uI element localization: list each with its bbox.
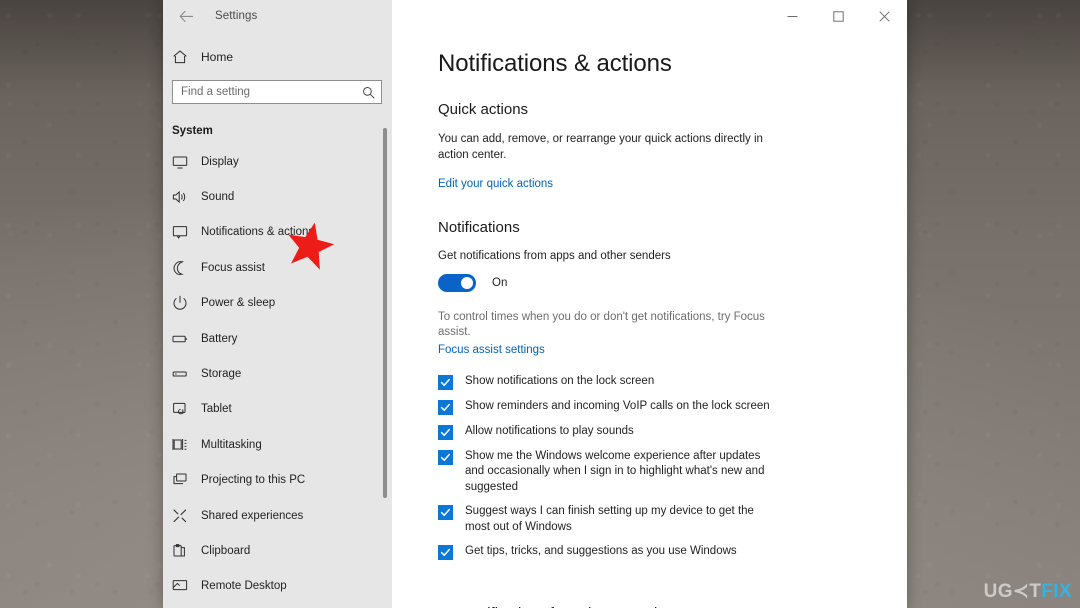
checkbox-row[interactable]: Show notifications on the lock screen: [438, 374, 907, 390]
checkbox-label: Show reminders and incoming VoIP calls o…: [465, 399, 770, 412]
notification-icon: [172, 224, 198, 240]
sidebar-item-shared-experiences[interactable]: Shared experiences: [163, 498, 392, 533]
desktop-screen: Settings Home Find a setting System Disp…: [0, 0, 1080, 608]
sidebar-item-tablet[interactable]: Tablet: [163, 392, 392, 427]
multitasking-icon: [172, 437, 198, 453]
sidebar-item-clipboard[interactable]: Clipboard: [163, 533, 392, 568]
project-icon: [172, 472, 198, 488]
notifications-toggle-state: On: [492, 276, 508, 289]
sidebar-scrollbar-thumb[interactable]: [383, 128, 387, 498]
sidebar-scrollbar[interactable]: [380, 32, 390, 608]
notifications-heading: Notifications: [438, 219, 520, 236]
checkbox-checked-icon[interactable]: [438, 424, 453, 440]
back-arrow-icon[interactable]: [171, 2, 201, 30]
sidebar-item-label: Power & sleep: [201, 297, 276, 310]
app-title: Settings: [215, 10, 258, 22]
notifications-toggle-row: On: [438, 273, 907, 292]
checkbox-row[interactable]: Allow notifications to play sounds: [438, 424, 907, 440]
checkbox-row[interactable]: Show me the Windows welcome experience a…: [438, 449, 907, 496]
page-title: Notifications & actions: [438, 50, 672, 77]
checkbox-checked-icon[interactable]: [438, 449, 453, 465]
sidebar-item-home[interactable]: Home: [163, 40, 392, 74]
sidebar-item-battery[interactable]: Battery: [163, 321, 392, 356]
watermark-logo: UG ≺ T FIX: [984, 580, 1072, 603]
sidebar-item-label: Clipboard: [201, 544, 251, 557]
edit-quick-actions-link[interactable]: Edit your quick actions: [438, 178, 553, 190]
sidebar-item-multitasking[interactable]: Multitasking: [163, 427, 392, 462]
home-icon: [172, 49, 198, 65]
tablet-icon: [172, 401, 198, 417]
close-button[interactable]: [861, 0, 907, 32]
moon-icon: [172, 260, 198, 276]
quick-actions-description: You can add, remove, or rearrange your q…: [438, 133, 763, 161]
power-icon: [172, 295, 198, 311]
sidebar-item-label: Focus assist: [201, 261, 265, 274]
checkbox-checked-icon[interactable]: [438, 374, 453, 390]
focus-assist-note: To control times when you do or don't ge…: [438, 310, 765, 338]
focus-assist-settings-link[interactable]: Focus assist settings: [438, 344, 545, 356]
monitor-icon: [172, 154, 198, 170]
sidebar-item-label: Projecting to this PC: [201, 474, 306, 487]
notification-checkbox-list: Show notifications on the lock screen Sh…: [438, 374, 907, 560]
clipboard-icon: [172, 543, 198, 559]
sidebar-item-label: Notifications & actions: [201, 226, 315, 239]
window-titlebar: Settings: [163, 0, 907, 32]
checkbox-label: Show notifications on the lock screen: [465, 374, 655, 387]
checkbox-label: Show me the Windows welcome experience a…: [465, 449, 765, 493]
search-input[interactable]: [181, 86, 362, 98]
sidebar-section-label: System: [172, 125, 213, 137]
notifications-toggle[interactable]: [438, 273, 476, 292]
checkbox-checked-icon[interactable]: [438, 399, 453, 415]
checkbox-checked-icon[interactable]: [438, 505, 453, 520]
window-controls: [392, 0, 907, 32]
sidebar-item-label: Battery: [201, 332, 238, 345]
sidebar-item-label: Shared experiences: [201, 509, 304, 522]
titlebar-left-region: Settings: [163, 0, 392, 32]
checkbox-row[interactable]: Suggest ways I can finish setting up my …: [438, 504, 907, 535]
sidebar-item-sound[interactable]: Sound: [163, 179, 392, 214]
checkbox-checked-icon[interactable]: [438, 545, 453, 560]
sidebar-item-label: Sound: [201, 191, 235, 204]
watermark-part-a: UG: [983, 580, 1013, 602]
watermark-arrow-glyph: ≺: [1012, 581, 1030, 602]
storage-icon: [172, 366, 198, 382]
settings-window: Settings Home Find a setting System Disp…: [163, 0, 907, 608]
minimize-button[interactable]: [769, 0, 815, 32]
settings-main-content: Notifications & actions Quick actions Yo…: [392, 32, 907, 608]
sidebar-item-label: Display: [201, 155, 239, 168]
notifications-toggle-label: Get notifications from apps and other se…: [438, 250, 671, 262]
watermark-part-b: FIX: [1041, 580, 1072, 602]
sidebar-item-display[interactable]: Display: [163, 144, 392, 179]
sidebar-item-label: Storage: [201, 368, 242, 381]
checkbox-row[interactable]: Get tips, tricks, and suggestions as you…: [438, 544, 907, 560]
maximize-button[interactable]: [815, 0, 861, 32]
sidebar-item-label: Multitasking: [201, 438, 262, 451]
search-box[interactable]: [172, 80, 382, 104]
speaker-icon: [172, 189, 198, 205]
battery-icon: [172, 331, 198, 347]
sidebar-nav-list: Display Sound Notifications & actions Fo…: [163, 144, 392, 604]
toggle-knob: [460, 276, 473, 289]
sidebar-item-power-sleep[interactable]: Power & sleep: [163, 286, 392, 321]
sidebar-item-projecting-to-this-pc[interactable]: Projecting to this PC: [163, 463, 392, 498]
checkbox-label: Allow notifications to play sounds: [465, 424, 634, 437]
sidebar-item-label: Remote Desktop: [201, 580, 287, 593]
remote-desktop-icon: [172, 578, 198, 594]
window-body: Home System: [163, 32, 907, 608]
settings-sidebar: Home System: [163, 32, 392, 608]
share-icon: [172, 508, 198, 524]
search-icon: [362, 86, 375, 99]
sidebar-item-focus-assist[interactable]: Focus assist: [163, 250, 392, 285]
sidebar-item-notifications-actions[interactable]: Notifications & actions: [163, 215, 392, 250]
checkbox-row[interactable]: Show reminders and incoming VoIP calls o…: [438, 399, 907, 415]
quick-actions-heading: Quick actions: [438, 101, 529, 118]
sidebar-item-storage[interactable]: Storage: [163, 356, 392, 391]
sidebar-home-label: Home: [201, 50, 234, 64]
checkbox-label: Suggest ways I can finish setting up my …: [465, 505, 754, 533]
checkbox-label: Get tips, tricks, and suggestions as you…: [465, 545, 737, 557]
sidebar-item-remote-desktop[interactable]: Remote Desktop: [163, 569, 392, 604]
sidebar-item-label: Tablet: [201, 403, 232, 416]
watermark-part-a2: T: [1029, 580, 1042, 602]
